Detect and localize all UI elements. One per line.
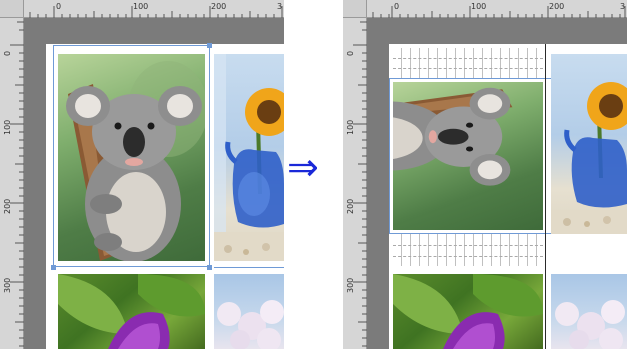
koala-image-rotated <box>393 87 513 186</box>
sunflower-image <box>551 82 627 234</box>
layout-preview-before: 0 100 200 3 0 100 200 300 <box>0 0 284 349</box>
ruler-label-3: 3 <box>620 2 626 11</box>
page-boundary-line <box>545 44 546 349</box>
ruler-corner <box>343 0 367 18</box>
empty-cell-grid <box>393 234 543 266</box>
ruler-label-3: 3 <box>277 2 283 11</box>
sunflower-image <box>214 54 284 261</box>
grid-line <box>393 58 543 59</box>
ruler-label-0: 0 <box>3 50 12 56</box>
vertical-ruler: 0 100 200 300 <box>0 18 24 349</box>
ruler-label-200: 200 <box>3 198 12 214</box>
ruler-label-100: 100 <box>3 119 12 135</box>
ruler-label-200: 200 <box>346 198 355 214</box>
resize-handle-bottom-right[interactable] <box>207 265 212 270</box>
ruler-label-0: 0 <box>56 2 62 11</box>
ruler-label-300: 300 <box>346 277 355 293</box>
ruler-label-300: 300 <box>3 277 12 293</box>
sunflower-photo[interactable] <box>551 54 627 234</box>
ruler-label-0: 0 <box>394 2 400 11</box>
horizontal-ruler: 0 100 200 3 <box>343 0 627 18</box>
leaf-flower-image <box>393 274 543 349</box>
paper-sheet <box>389 44 627 349</box>
ruler-ticks <box>353 21 367 347</box>
leaf-flower-photo[interactable] <box>58 274 205 349</box>
empty-cell-grid <box>393 48 543 78</box>
layout-preview-after: 0 100 200 3 0 100 200 300 <box>343 0 627 349</box>
ruler-label-0: 0 <box>346 50 355 56</box>
koala-image <box>66 61 205 261</box>
ruler-ticks <box>10 21 24 347</box>
grid-line <box>393 256 543 257</box>
koala-photo[interactable] <box>58 54 205 261</box>
paper-sheet <box>46 43 284 349</box>
grid-line <box>393 68 543 69</box>
resize-handle-bottom-left[interactable] <box>51 265 56 270</box>
koala-photo-rotated[interactable] <box>393 82 543 230</box>
horizontal-ruler: 0 100 200 3 <box>0 0 284 18</box>
ruler-label-100: 100 <box>133 2 149 11</box>
ruler-label-200: 200 <box>549 2 565 11</box>
blossom-image <box>217 300 284 349</box>
blossom-image <box>555 300 625 349</box>
transition-arrow-icon: ⇒ <box>287 145 319 189</box>
ruler-label-100: 100 <box>471 2 487 11</box>
grid-line <box>393 245 543 246</box>
ruler-label-200: 200 <box>211 2 227 11</box>
guide-line <box>214 267 284 268</box>
leaf-flower-photo[interactable] <box>393 274 543 349</box>
cherry-blossom-photo[interactable] <box>214 274 284 349</box>
cherry-blossom-photo[interactable] <box>551 274 627 349</box>
leaf-flower-image <box>58 274 205 349</box>
resize-handle-top-right[interactable] <box>207 43 212 48</box>
vertical-ruler: 0 100 200 300 <box>343 18 367 349</box>
ruler-corner <box>0 0 24 18</box>
ruler-label-100: 100 <box>346 119 355 135</box>
sunflower-photo[interactable] <box>214 54 284 261</box>
